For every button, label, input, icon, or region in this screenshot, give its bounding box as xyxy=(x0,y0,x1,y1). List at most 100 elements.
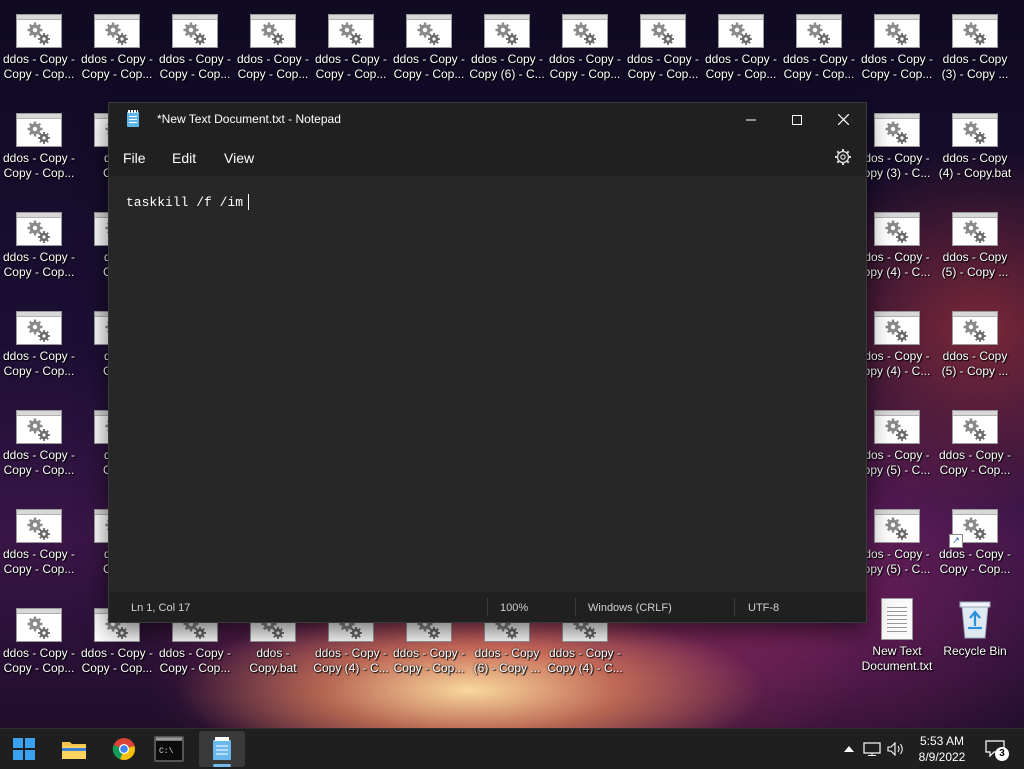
gear-icon xyxy=(963,517,986,540)
gear-icon xyxy=(261,22,284,45)
batch-file-icon xyxy=(406,14,452,48)
gear-icon xyxy=(27,616,50,639)
desktop-file-icon[interactable]: ddos - Copy - Copy - Cop... xyxy=(702,0,780,96)
desktop-file-icon[interactable]: ddos - Copy - Copy - Cop... xyxy=(780,0,858,96)
gear-icon xyxy=(885,220,908,243)
desktop-file-icon[interactable]: ddos - Copy (5) - Copy ... xyxy=(936,198,1014,294)
file-explorer-button[interactable] xyxy=(54,729,94,769)
desktop-icon-label: ddos - Copy.bat xyxy=(249,646,297,675)
minimize-button[interactable] xyxy=(728,103,774,136)
desktop-file-icon[interactable]: ddos - Copy - Copy - Cop... xyxy=(78,0,156,96)
clock[interactable]: 5:53 AM 8/9/2022 xyxy=(912,729,972,769)
desktop-icon-label: dos - Copy - opy (4) - C... xyxy=(863,349,931,378)
desktop-file-icon[interactable]: ddos - Copy - Copy - Cop... xyxy=(624,0,702,96)
status-divider xyxy=(575,598,576,616)
desktop-file-icon[interactable]: dos - Copy - opy (5) - C... xyxy=(858,495,936,591)
gear-icon xyxy=(807,22,830,45)
batch-file-icon xyxy=(874,311,920,345)
window-title: *New Text Document.txt - Notepad xyxy=(157,112,341,126)
desktop-file-icon[interactable]: ddos - Copy - Copy - Cop... xyxy=(312,0,390,96)
desktop-icon-label: ddos - Copy - Copy - Cop... xyxy=(2,448,76,477)
desktop-icon-label: ddos - Copy - Copy - Cop... xyxy=(782,52,856,81)
desktop-file-icon[interactable]: ddos - Copy - Copy - Cop... xyxy=(936,396,1014,492)
text-editor[interactable]: taskkill /f /im xyxy=(109,176,866,592)
title-bar[interactable]: *New Text Document.txt - Notepad xyxy=(109,103,866,136)
zoom-level: 100% xyxy=(500,602,529,614)
desktop-file-icon[interactable]: ddos - Copy - Copy - Cop... xyxy=(546,0,624,96)
desktop-file-icon[interactable]: ddos - Copy - Copy - Cop... xyxy=(0,594,78,690)
notepad-taskbar-button[interactable] xyxy=(199,731,245,767)
batch-file-icon xyxy=(484,14,530,48)
volume-button[interactable] xyxy=(885,729,907,769)
batch-file-icon xyxy=(172,14,218,48)
desktop-icon-label: dos - Copy - opy (5) - C... xyxy=(863,448,931,477)
menu-file[interactable]: File xyxy=(123,150,146,166)
desktop-file-icon[interactable]: ddos - Copy (5) - Copy ... xyxy=(936,297,1014,393)
desktop-file-icon[interactable]: ddos - Copy - Copy - Cop... xyxy=(156,0,234,96)
desktop-file-icon[interactable]: ddos - Copy - Copy - Cop... xyxy=(0,297,78,393)
settings-gear-icon[interactable] xyxy=(834,148,852,166)
menu-edit[interactable]: Edit xyxy=(172,150,196,166)
shortcut-arrow-icon: ↗ xyxy=(949,534,963,548)
desktop-file-icon[interactable]: dos - Copy - opy (4) - C... xyxy=(858,297,936,393)
gear-icon xyxy=(963,22,986,45)
notification-count-badge: 3 xyxy=(995,747,1009,761)
desktop-file-icon[interactable]: ddos - Copy - Copy - Cop... xyxy=(0,0,78,96)
desktop-file-icon[interactable]: ddos - Copy - Copy - Cop... xyxy=(0,99,78,195)
gear-icon xyxy=(27,517,50,540)
desktop-icon-label: ddos - Copy (4) - Copy.bat xyxy=(938,151,1012,180)
desktop-file-icon[interactable]: ddos - Copy - Copy - Cop... xyxy=(234,0,312,96)
desktop-file-icon[interactable]: dos - Copy - opy (5) - C... xyxy=(858,396,936,492)
menu-bar: File Edit View xyxy=(109,136,866,176)
maximize-button[interactable] xyxy=(774,103,820,136)
batch-file-icon xyxy=(874,113,920,147)
svg-text:C:\: C:\ xyxy=(159,747,174,756)
gear-icon xyxy=(27,220,50,243)
new-text-document-icon[interactable]: New Text Document.txt xyxy=(858,594,936,690)
desktop-file-icon[interactable]: ddos - Copy (4) - Copy.bat xyxy=(936,99,1014,195)
notepad-icon xyxy=(213,737,231,760)
desktop-file-icon[interactable]: dos - Copy - opy (3) - C... xyxy=(858,99,936,195)
desktop-file-icon[interactable]: ddos - Copy - Copy - Cop... xyxy=(0,396,78,492)
editor-content: taskkill /f /im xyxy=(126,195,244,210)
speaker-icon xyxy=(887,742,903,756)
desktop-icon-label: ddos - Copy (3) - Copy ... xyxy=(941,52,1009,81)
recycle-bin-icon[interactable]: Recycle Bin xyxy=(936,594,1014,690)
desktop-file-icon[interactable]: ↗ ddos - Copy - Copy - Cop... xyxy=(936,495,1014,591)
desktop-file-icon[interactable]: ddos - Copy - Copy (6) - C... xyxy=(468,0,546,96)
chrome-button[interactable] xyxy=(104,729,144,769)
close-icon xyxy=(837,114,849,125)
desktop-icon-label: ddos - Copy - Copy - Cop... xyxy=(2,646,76,675)
batch-file-icon xyxy=(952,14,998,48)
clock-date: 8/9/2022 xyxy=(918,750,966,764)
network-button[interactable] xyxy=(861,729,883,769)
desktop-icon-label: ddos - Copy - Copy - Cop... xyxy=(938,547,1012,576)
batch-file-icon xyxy=(16,608,62,642)
notepad-window[interactable]: *New Text Document.txt - Notepad File Ed… xyxy=(109,103,866,622)
show-hidden-icons-button[interactable] xyxy=(840,729,858,769)
desktop-file-icon[interactable]: ddos - Copy - Copy - Cop... xyxy=(858,0,936,96)
batch-file-icon xyxy=(16,14,62,48)
close-button[interactable] xyxy=(820,103,866,136)
desktop-file-icon[interactable]: dos - Copy - opy (4) - C... xyxy=(858,198,936,294)
desktop-file-icon[interactable]: ddos - Copy - Copy - Cop... xyxy=(0,198,78,294)
batch-file-icon xyxy=(952,212,998,246)
batch-file-icon xyxy=(874,14,920,48)
desktop-file-icon[interactable]: ddos - Copy (3) - Copy ... xyxy=(936,0,1014,96)
batch-file-icon xyxy=(874,509,920,543)
notification-center-button[interactable]: 3 xyxy=(980,729,1010,769)
desktop-icon-label: ddos - Copy (5) - Copy ... xyxy=(941,349,1009,378)
menu-view[interactable]: View xyxy=(224,150,254,166)
batch-file-icon xyxy=(562,14,608,48)
network-icon xyxy=(863,742,881,756)
desktop-icon-label: ddos - Copy - Copy - Cop... xyxy=(2,250,76,279)
desktop-file-icon[interactable]: ddos - Copy - Copy - Cop... xyxy=(0,495,78,591)
desktop-icon-label: ddos - Copy - Copy - Cop... xyxy=(548,52,622,81)
command-prompt-button[interactable]: C:\ xyxy=(149,729,189,769)
start-button[interactable] xyxy=(4,729,44,769)
desktop-icon-label: New Text Document.txt xyxy=(861,644,933,673)
encoding: UTF-8 xyxy=(748,602,780,614)
desktop-file-icon[interactable]: ddos - Copy - Copy - Cop... xyxy=(390,0,468,96)
desktop-icon-label: ddos - Copy - Copy - Cop... xyxy=(236,52,310,81)
desktop-icon-label: ddos - Copy - Copy - Cop... xyxy=(80,646,154,675)
